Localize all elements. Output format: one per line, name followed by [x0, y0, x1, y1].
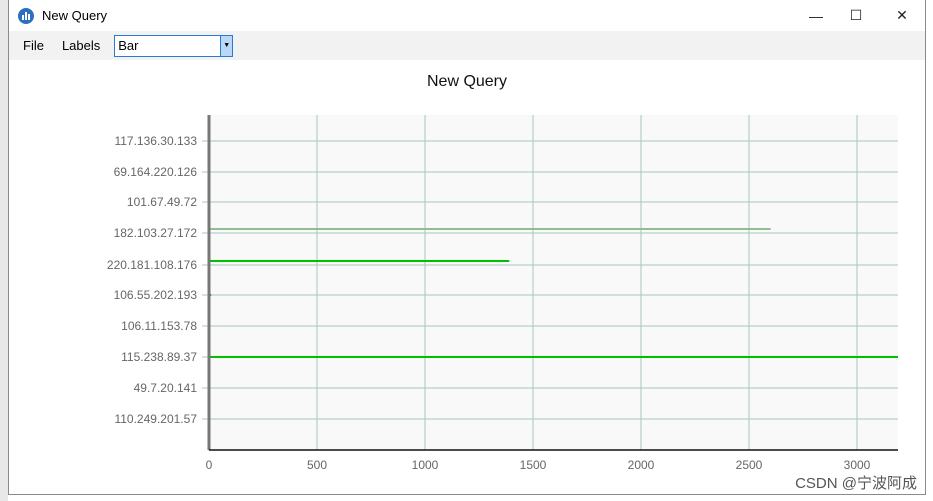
- background-window: [0, 0, 8, 501]
- bar-chart: 0 500 1000 1500 2000 2500 3000 117.136.30.133 69…: [107, 115, 898, 472]
- y-tick-label: 106.11.153.78: [121, 319, 197, 333]
- bar: [209, 260, 510, 262]
- x-tick-label: 2500: [736, 458, 763, 472]
- x-tick-label: 1000: [412, 458, 439, 472]
- y-tick-label: 106.55.202.193: [114, 288, 198, 302]
- bar: [209, 228, 771, 230]
- bar: [209, 356, 898, 358]
- app-window: New Query — ☐ ✕ File Labels Bar ▼ New Qu…: [8, 0, 926, 495]
- y-tick-label: 49.7.20.141: [134, 381, 198, 395]
- y-tick-label: 117.136.30.133: [114, 134, 197, 148]
- x-tick-label: 2000: [628, 458, 655, 472]
- y-tick-label: 101.67.49.72: [127, 195, 197, 209]
- x-tick-label: 3000: [844, 458, 871, 472]
- x-tick-label: 1500: [520, 458, 547, 472]
- y-tick-label: 110.249.201.57: [114, 412, 197, 426]
- plot-area: [209, 115, 898, 450]
- y-tick-label: 182.103.27.172: [114, 226, 198, 240]
- x-tick-label: 0: [206, 458, 213, 472]
- y-tick-label: 115.238.89.37: [121, 350, 197, 364]
- watermark: CSDN @宁波阿成: [795, 475, 917, 492]
- y-tick-label: 69.164.220.126: [114, 165, 198, 179]
- x-tick-label: 500: [307, 458, 327, 472]
- y-tick-label: 220.181.108.176: [107, 258, 197, 272]
